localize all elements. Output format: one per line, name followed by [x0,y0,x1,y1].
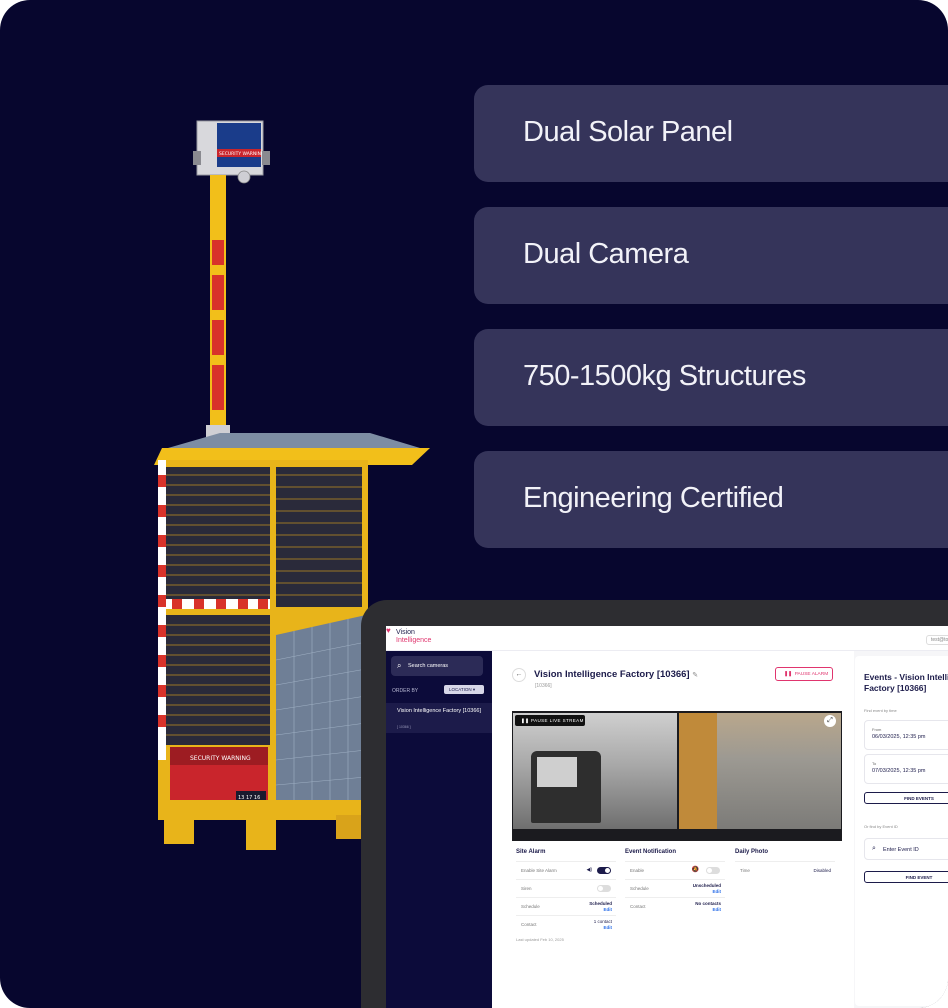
row-value: No contacts [695,901,721,906]
row-label: Schedule [630,886,649,891]
search-icon: ⌕ [872,845,876,852]
enable-site-alarm-toggle[interactable] [597,867,611,874]
to-label: To [872,761,877,766]
search-cameras-input[interactable]: ⌕ Search cameras [391,656,483,676]
from-value: 06/03/2025, 12:35 pm [872,734,926,740]
daily-photo-title: Daily Photo [735,849,769,855]
last-updated: Last updated Feb 10, 2025 [516,937,564,942]
event-id-input[interactable]: ⌕ Enter Event ID [864,838,948,860]
events-title: Events - Vision Intelligence Factory [10… [864,672,948,693]
app-screen: ♥ Vision Intelligence test@tour ⌕ Search… [386,626,948,1008]
back-arrow-icon[interactable]: ← [512,668,526,682]
find-events-button[interactable]: FIND EVENTS [864,792,948,804]
find-by-id-label: Or find by Event ID [864,824,898,829]
setting-row: Enable Site Alarm ◀) [516,861,616,879]
camera-sidebar: ⌕ Search cameras ORDER BY LOCATION ▾ Vis… [386,651,492,1008]
row-label: Enable Site Alarm [521,868,557,873]
setting-row: Schedule Unscheduled Edit [625,879,725,897]
camera-sign-text: SECURITY WARNING [219,151,265,157]
edit-pencil-icon[interactable]: ✎ [692,672,698,679]
feature-label: Dual Solar Panel [523,116,733,148]
sidebar-item-camera[interactable]: Vision Intelligence Factory [10366] [ 10… [386,703,492,733]
user-menu[interactable]: test@tour [926,635,948,645]
edit-link[interactable]: Edit [695,907,722,913]
setting-row: Contact No contacts Edit [625,897,725,915]
row-label: Schedule [521,904,540,909]
to-date-field[interactable]: To 07/03/2025, 12:35 pm [864,754,948,784]
enable-notification-toggle[interactable] [706,867,720,874]
row-value: Scheduled [589,901,612,906]
setting-row: Contact 1 contact Edit [516,915,616,933]
row-label: Contact [521,922,537,927]
row-value: 1 contact [593,919,612,924]
bell-off-icon: 🔕 [691,867,699,873]
site-alarm-title: Site Alarm [516,849,546,855]
siren-icon: ◀) [586,867,592,873]
camera-id: [10366] [535,683,552,689]
location-select-value: LOCATION [449,687,472,692]
from-label: From [872,727,882,732]
event-id-placeholder: Enter Event ID [883,847,919,853]
row-label: Time [740,868,750,873]
feature-label: Dual Camera [523,238,689,270]
row-label: Contact [630,904,646,909]
to-value: 07/03/2025, 12:35 pm [872,768,926,774]
brand-line-1: Vision [396,629,415,636]
camera-detail: ← Vision Intelligence Factory [10366] ✎ … [492,651,857,1008]
order-by-label: ORDER BY [392,688,419,694]
feature-pill-certified: Engineering Certified [474,451,948,548]
pause-live-stream-button[interactable]: ❚❚ PAUSE LIVE STREAM [515,715,585,726]
pause-live-label: PAUSE LIVE STREAM [531,718,584,723]
siren-toggle[interactable] [597,885,611,892]
row-label: Siren [521,886,532,891]
row-value[interactable]: Disabled [813,868,831,874]
pause-alarm-label: PAUSE ALARM [794,672,829,677]
live-stream[interactable]: ❚❚ PAUSE LIVE STREAM ⤢ [512,711,842,841]
find-by-time-label: Find event by time [864,708,897,713]
edit-link[interactable]: Edit [594,925,613,931]
events-panel: Events - Vision Intelligence Factory [10… [854,651,948,1008]
hero-card: Dual Solar Panel Dual Camera 750-1500kg … [0,0,948,1008]
setting-row: Schedule Scheduled Edit [516,897,616,915]
feature-pill-camera: Dual Camera [474,207,948,304]
sidebar-item-label: Vision Intelligence Factory [10366] [397,708,481,714]
brand-logo[interactable]: Vision Intelligence [396,629,431,645]
events-card: Events - Vision Intelligence Factory [10… [855,656,948,1006]
brand-logo-icon: ♥ [386,626,391,635]
feature-label: 750-1500kg Structures [523,360,806,392]
forklift-window [537,757,577,787]
setting-row: Time Disabled [735,861,835,879]
pause-alarm-button[interactable]: ❚❚ PAUSE ALARM [775,667,833,681]
feature-pill-solar: Dual Solar Panel [474,85,948,182]
brand-line-2: Intelligence [396,637,432,644]
camera-feed-2 [679,713,841,829]
setting-row: Siren [516,879,616,897]
location-select[interactable]: LOCATION ▾ [444,685,484,694]
camera-feed-1 [513,713,677,829]
shelf-shape [679,713,717,829]
find-event-button[interactable]: FIND EVENT [864,871,948,883]
setting-row: Enable 🔕 [625,861,725,879]
feature-pill-structures: 750-1500kg Structures [474,329,948,426]
app-topbar: ♥ Vision Intelligence test@tour [386,626,948,651]
camera-title: Vision Intelligence Factory [10366] ✎ [534,669,699,680]
edit-link[interactable]: Edit [589,907,613,913]
sidebar-item-sub: [ 10366 ] [397,725,411,729]
from-date-field[interactable]: From 06/03/2025, 12:35 pm [864,720,948,750]
row-value: Unscheduled [692,883,721,888]
expand-icon[interactable]: ⤢ [824,715,836,727]
cage-sign-text: SECURITY WARNING [190,755,251,762]
edit-link[interactable]: Edit [693,889,722,895]
row-label: Enable [630,868,645,873]
search-placeholder: Search cameras [408,663,449,669]
search-icon: ⌕ [397,661,402,670]
event-notification-title: Event Notification [625,849,677,855]
feature-label: Engineering Certified [523,482,784,514]
